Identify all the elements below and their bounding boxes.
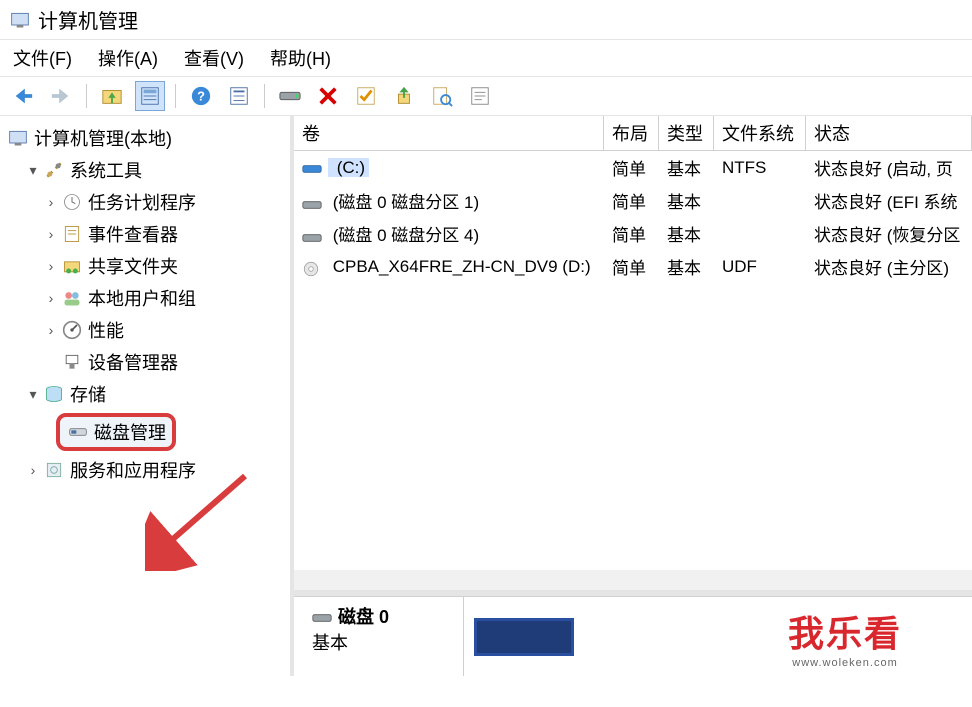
menu-view[interactable]: 查看(V) [176, 41, 252, 75]
title-bar: 计算机管理 [0, 0, 972, 40]
tree-device-manager[interactable]: 设备管理器 [40, 346, 286, 378]
tree-services-apps-label: 服务和应用程序 [70, 457, 196, 483]
chevron-right-icon[interactable]: › [24, 462, 42, 478]
tree-storage[interactable]: ▾ 存储 [22, 378, 286, 410]
storage-icon [42, 382, 66, 406]
disk-summary[interactable]: 磁盘 0 基本 [294, 597, 464, 676]
volume-row[interactable]: (C:)简单基本NTFS状态良好 (启动, 页 [294, 151, 972, 184]
tree-services-apps[interactable]: › 服务和应用程序 [22, 454, 286, 486]
list-body[interactable]: (C:)简单基本NTFS状态良好 (启动, 页 (磁盘 0 磁盘分区 1)简单基… [294, 151, 972, 570]
view-details-button[interactable] [224, 81, 254, 111]
view-list-button[interactable] [135, 81, 165, 111]
tree-shared-folders-label: 共享文件夹 [88, 253, 178, 279]
check-button[interactable] [351, 81, 381, 111]
disk-icon[interactable] [275, 81, 305, 111]
disk-type: 基本 [312, 629, 445, 655]
menu-help[interactable]: 帮助(H) [262, 41, 339, 75]
col-volume[interactable]: 卷 [294, 116, 604, 150]
export-up-button[interactable] [389, 81, 419, 111]
computer-icon [6, 126, 30, 150]
tree-disk-management[interactable]: 磁盘管理 [40, 410, 286, 454]
partition-block[interactable] [474, 618, 574, 656]
tree-performance[interactable]: › 性能 [40, 314, 286, 346]
toolbar-separator [86, 84, 87, 108]
disk-management-icon [66, 420, 90, 444]
toolbar-separator [175, 84, 176, 108]
chevron-down-icon[interactable]: ▾ [24, 162, 42, 179]
chevron-down-icon[interactable]: ▾ [24, 386, 42, 403]
arrow-annotation [145, 471, 265, 571]
col-type[interactable]: 类型 [659, 116, 714, 150]
tree-task-scheduler-label: 任务计划程序 [88, 189, 196, 215]
tree-root[interactable]: 计算机管理(本地) [4, 122, 286, 154]
folder-up-button[interactable] [97, 81, 127, 111]
horizontal-scrollbar[interactable] [294, 570, 972, 590]
app-icon [10, 10, 30, 30]
col-status[interactable]: 状态 [806, 116, 972, 150]
tree-shared-folders[interactable]: › 共享文件夹 [40, 250, 286, 282]
volume-row[interactable]: (磁盘 0 磁盘分区 1)简单基本状态良好 (EFI 系统 [294, 184, 972, 217]
device-icon [60, 350, 84, 374]
svg-text:?: ? [197, 89, 205, 104]
hd-icon [302, 197, 322, 211]
volume-row[interactable]: (磁盘 0 磁盘分区 4)简单基本状态良好 (恢复分区 [294, 217, 972, 250]
hd-icon [302, 161, 322, 175]
menu-file[interactable]: 文件(F) [5, 41, 80, 75]
watermark-url: www.woleken.com [788, 657, 902, 669]
nav-forward-button[interactable] [46, 81, 76, 111]
watermark: 我乐看 www.woleken.com [788, 605, 902, 669]
chevron-right-icon[interactable]: › [42, 258, 60, 274]
volume-list-panel: 卷 布局 类型 文件系统 状态 (C:)简单基本NTFS状态良好 (启动, 页 … [294, 116, 972, 676]
shared-folder-icon [60, 254, 84, 278]
menu-action[interactable]: 操作(A) [90, 41, 166, 75]
event-icon [60, 222, 84, 246]
disk-name: 磁盘 0 [338, 603, 389, 629]
tree-performance-label: 性能 [88, 317, 124, 343]
hd-icon [312, 609, 332, 623]
tree-storage-label: 存储 [70, 381, 106, 407]
toolbar: ? [0, 76, 972, 116]
search-icon[interactable] [427, 81, 457, 111]
tree-system-tools[interactable]: ▾ 系统工具 [22, 154, 286, 186]
menu-bar: 文件(F) 操作(A) 查看(V) 帮助(H) [0, 40, 972, 76]
properties-button[interactable] [465, 81, 495, 111]
list-header: 卷 布局 类型 文件系统 状态 [294, 116, 972, 151]
tree-event-viewer-label: 事件查看器 [88, 221, 178, 247]
delete-button[interactable] [313, 81, 343, 111]
users-icon [60, 286, 84, 310]
col-layout[interactable]: 布局 [604, 116, 659, 150]
chevron-right-icon[interactable]: › [42, 322, 60, 338]
tools-icon [42, 158, 66, 182]
chevron-right-icon[interactable]: › [42, 194, 60, 210]
chevron-right-icon[interactable]: › [42, 226, 60, 242]
tree-root-label: 计算机管理(本地) [34, 125, 172, 151]
services-icon [42, 458, 66, 482]
tree-device-manager-label: 设备管理器 [88, 349, 178, 375]
clock-icon [60, 190, 84, 214]
content-area: 计算机管理(本地) ▾ 系统工具 › 任务计划程序 › [0, 116, 972, 676]
cd-icon [302, 260, 322, 274]
disk-layout-panel: 磁盘 0 基本 我乐看 www.woleken.com [294, 596, 972, 676]
highlight-annotation: 磁盘管理 [56, 413, 176, 451]
tree-local-users-label: 本地用户和组 [88, 285, 196, 311]
tree-local-users[interactable]: › 本地用户和组 [40, 282, 286, 314]
watermark-text: 我乐看 [788, 605, 902, 657]
tree-event-viewer[interactable]: › 事件查看器 [40, 218, 286, 250]
chevron-right-icon[interactable]: › [42, 290, 60, 306]
window-title: 计算机管理 [38, 5, 138, 34]
toolbar-separator [264, 84, 265, 108]
performance-icon [60, 318, 84, 342]
hd-icon [302, 230, 322, 244]
volume-row[interactable]: CPBA_X64FRE_ZH-CN_DV9 (D:)简单基本UDF状态良好 (主… [294, 250, 972, 283]
tree-spacer [42, 354, 60, 370]
tree-task-scheduler[interactable]: › 任务计划程序 [40, 186, 286, 218]
col-filesystem[interactable]: 文件系统 [714, 116, 806, 150]
help-button[interactable]: ? [186, 81, 216, 111]
nav-back-button[interactable] [8, 81, 38, 111]
tree-system-tools-label: 系统工具 [70, 157, 142, 183]
tree-disk-management-label: 磁盘管理 [94, 419, 166, 445]
tree-panel[interactable]: 计算机管理(本地) ▾ 系统工具 › 任务计划程序 › [0, 116, 294, 676]
